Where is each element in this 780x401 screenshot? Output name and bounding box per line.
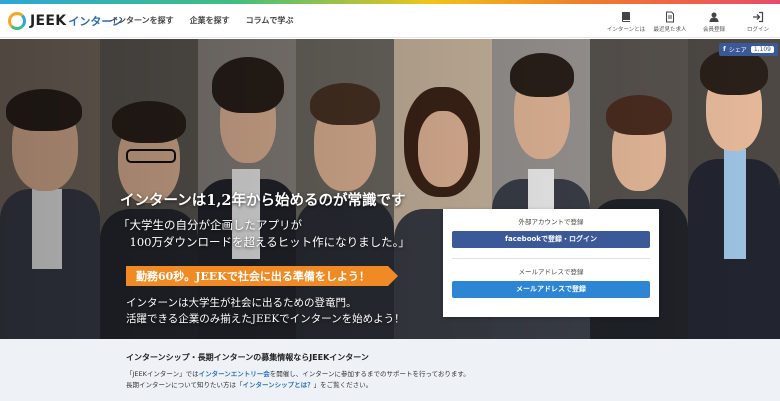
main-nav: インターンを探す 企業を探す コラムで学ぶ [110, 15, 293, 26]
hero-headline: インターンは1,2年から始めるのが常識です [120, 192, 406, 209]
hero-quote-line1: 「大学生の自分が企画したアプリが [118, 218, 302, 232]
entry-event-link[interactable]: インターンエントリー会 [199, 370, 270, 378]
facebook-share-button[interactable]: f シェア 1,109 [719, 43, 778, 56]
logo-text: JEEK [30, 13, 67, 29]
info-section: インターンシップ・長期インターンの募集情報ならJEEKインターン 「JEEKイン… [0, 339, 780, 401]
facebook-icon: f [723, 46, 726, 53]
divider [452, 258, 650, 259]
header-about-internship-label: インターンとは [606, 27, 646, 33]
header-recently-viewed[interactable]: 最近見た求人 [648, 7, 692, 37]
info-p1-text-b: を開催し、インターンに参加するまでのサポートを行っております。 [269, 370, 470, 378]
user-icon [709, 12, 719, 22]
header-register-label: 会員登録 [702, 27, 725, 33]
share-label: シェア [728, 47, 747, 54]
hero-lead: インターンは大学生が社会に出るための登竜門。 活躍できる企業のみ揃えたJEEKで… [126, 295, 405, 327]
info-p1-text-a: 「JEEKインターン」では [126, 370, 199, 378]
nav-item-find-company[interactable]: 企業を探す [190, 15, 230, 26]
hero-banner: f シェア 1,109 インターンは1,2年から始めるのが常識です 「大学生の自… [0, 39, 780, 339]
login-icon [753, 11, 764, 23]
header-login[interactable]: ログイン [736, 7, 780, 37]
header-utility: インターンとは 最近見た求人 会員登録 ログイン [604, 7, 780, 37]
what-is-internship-link[interactable]: インターンシップとは？ [242, 381, 313, 389]
email-title: メールアドレスで登録 [518, 268, 584, 276]
hero-quote-line2: 100万ダウンロードを超えるヒット作になりました。」 [118, 235, 410, 249]
nav-item-columns[interactable]: コラムで学ぶ [246, 15, 294, 26]
info-title: インターンシップ・長期インターンの募集情報ならJEEKインターン [126, 353, 369, 362]
info-p2-text-a: 長期インターンについて知りたい方は「 [126, 381, 243, 389]
header-login-label: ログイン [746, 27, 769, 33]
logo[interactable]: JEEK インターン [8, 11, 123, 31]
external-account-title: 外部アカウントで登録 [518, 218, 584, 226]
book-icon [622, 12, 630, 22]
info-paragraph-2: 長期インターンについて知りたい方は「インターンシップとは？」をご覧ください。 [126, 379, 372, 389]
header-about-internship[interactable]: インターンとは [604, 7, 648, 37]
nav-item-find-internship[interactable]: インターンを探す [110, 15, 174, 26]
site-header: JEEK インターン インターンを探す 企業を探す コラムで学ぶ インターンとは… [0, 4, 780, 38]
hero-quote: 「大学生の自分が企画したアプリが 100万ダウンロードを超えるヒット作になりまし… [118, 217, 410, 251]
header-recently-viewed-label: 最近見た求人 [653, 27, 687, 33]
info-p2-text-b: 」をご覧ください。 [313, 381, 373, 389]
header-register[interactable]: 会員登録 [692, 7, 736, 37]
hero-orange-band: 勤務60秒。JEEKで社会に出る準備をしよう！ [126, 266, 398, 286]
hero-lead-line2: 活躍できる企業のみ揃えたJEEKでインターンを始めよう！ [126, 313, 405, 325]
email-register-button[interactable]: メールアドレスで登録 [452, 281, 650, 298]
logo-mark-icon [8, 12, 26, 30]
hero-lead-line1: インターンは大学生が社会に出るための登竜門。 [126, 297, 357, 309]
document-icon [666, 11, 674, 23]
share-count: 1,109 [750, 46, 774, 53]
registration-box: 外部アカウントで登録 facebookで登録・ログイン メールアドレスで登録 メ… [443, 209, 659, 317]
info-paragraph-1: 「JEEKインターン」ではインターンエントリー会を開催し、インターンに参加するま… [126, 368, 470, 378]
facebook-login-button[interactable]: facebookで登録・ログイン [452, 231, 650, 248]
